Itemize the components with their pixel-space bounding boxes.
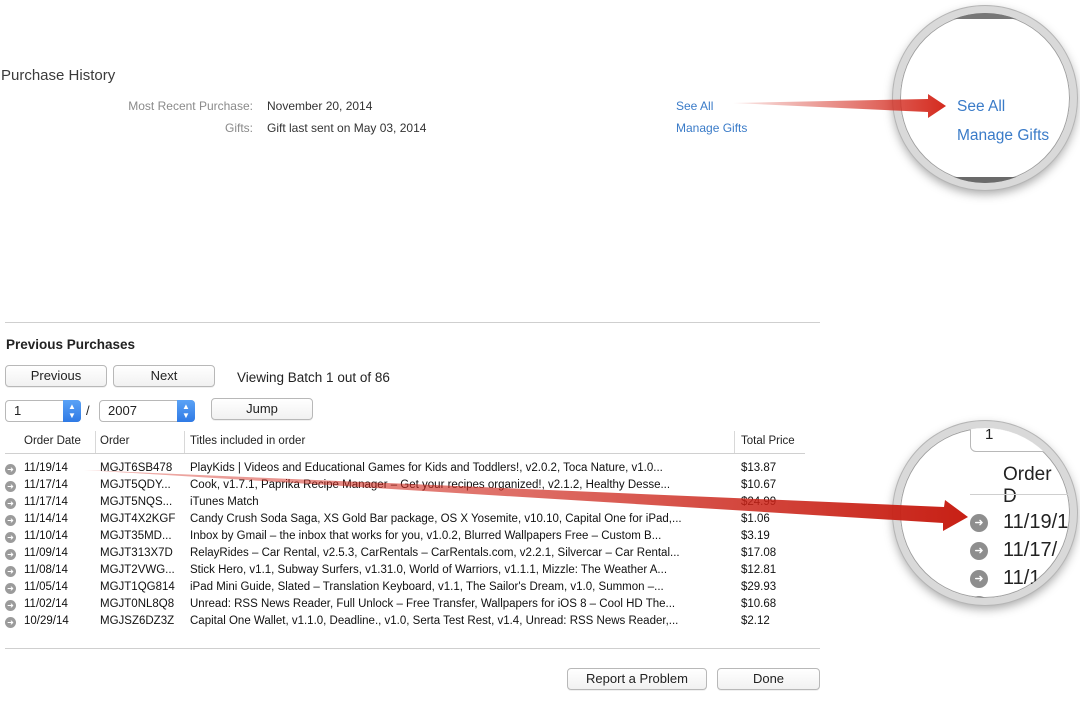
annotation-arrows bbox=[84, 94, 968, 531]
red-pointer-arrow-icon bbox=[733, 94, 946, 118]
red-pointer-arrow-icon bbox=[84, 470, 968, 531]
